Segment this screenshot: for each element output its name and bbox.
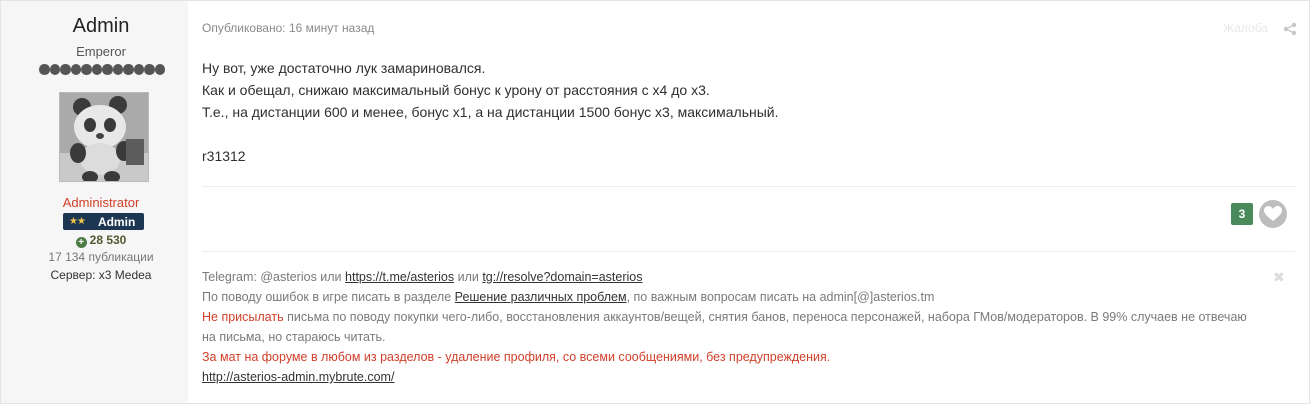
signature-line: Telegram: @asterios или https://t.me/ast… <box>202 267 1262 287</box>
published-time[interactable]: Опубликовано: 16 минут назад <box>202 21 374 35</box>
report-link[interactable]: Жалоба <box>1223 21 1268 35</box>
author-panel: Admin Emperor Administrator ★★ Admin + 2… <box>3 1 199 403</box>
forum-post: Admin Emperor Administrator ★★ Admin + 2… <box>0 0 1310 404</box>
rank-pip <box>39 64 50 75</box>
rank-pip <box>123 64 134 75</box>
plus-icon: + <box>75 237 87 248</box>
divider <box>202 251 1295 252</box>
reputation[interactable]: +28 530 <box>3 233 199 248</box>
post-line: Т.е., на дистанции 600 и менее, бонус х1… <box>202 104 779 120</box>
rank-pip <box>102 64 113 75</box>
group-name: Administrator <box>62 195 140 210</box>
post-line: Как и обещал, снижаю максимальный бонус … <box>202 82 710 98</box>
badge-label: Admin <box>97 214 136 229</box>
post-line: Ну вот, уже достаточно лук замариновался… <box>202 60 486 76</box>
rank-pip <box>70 64 81 75</box>
rank-pip <box>49 64 60 75</box>
badge-stars-icon: ★★ <box>69 216 86 227</box>
rank-pip <box>91 64 102 75</box>
rank-pip <box>154 64 165 75</box>
share-icon[interactable] <box>1283 22 1297 36</box>
problems-section-link[interactable]: Решение различных проблем <box>455 290 627 304</box>
sig-text: Telegram: @asterios или <box>202 270 346 284</box>
mybrute-link[interactable]: http://asterios-admin.mybrute.com/ <box>202 370 394 384</box>
heart-icon <box>1264 206 1282 221</box>
signature: Telegram: @asterios или https://t.me/ast… <box>202 267 1262 387</box>
sig-rule-line: За мат на форуме в любом из разделов - у… <box>202 350 831 364</box>
like-button[interactable] <box>1259 200 1287 228</box>
rank-pips <box>39 64 165 75</box>
post-body: Ну вот, уже достаточно лук замариновался… <box>202 57 779 167</box>
sig-text: письма по поводу покупки чего-либо, восс… <box>202 310 1247 344</box>
post-line: r31312 <box>202 148 246 164</box>
telegram-link[interactable]: https://t.me/asterios <box>345 270 454 284</box>
rank-pip <box>81 64 92 75</box>
signature-line: По поводу ошибок в игре писать в разделе… <box>202 287 1262 307</box>
rank-pip <box>133 64 144 75</box>
signature-line: Не присылать письма по поводу покупки че… <box>202 307 1262 347</box>
author-server: Сервер: x3 Medea <box>50 268 152 282</box>
reputation-value: 28 530 <box>89 233 127 247</box>
sig-warning: Не присылать <box>202 310 284 324</box>
close-icon[interactable]: ✖ <box>1273 269 1285 286</box>
sig-text: , по важным вопросам писать на admin[@]a… <box>626 290 935 304</box>
like-count[interactable]: 3 <box>1231 203 1253 225</box>
divider <box>202 186 1295 187</box>
group-badge: ★★ Admin <box>63 213 144 230</box>
rank-pip <box>144 64 155 75</box>
panda-avatar-image <box>60 93 148 181</box>
telegram-resolve-link[interactable]: tg://resolve?domain=asterios <box>482 270 642 284</box>
posts-count: 17 134 публикации <box>48 250 154 264</box>
author-title: Emperor <box>76 44 126 59</box>
sig-text: По поводу ошибок в игре писать в разделе <box>202 290 455 304</box>
signature-line: http://asterios-admin.mybrute.com/ <box>202 367 1262 387</box>
sig-text: или <box>454 270 483 284</box>
rank-pip <box>112 64 123 75</box>
post-content: Опубликовано: 16 минут назад Жалоба Ну в… <box>188 1 1309 403</box>
author-name[interactable]: Admin <box>3 15 199 38</box>
rank-pip <box>60 64 71 75</box>
avatar[interactable] <box>59 92 149 182</box>
